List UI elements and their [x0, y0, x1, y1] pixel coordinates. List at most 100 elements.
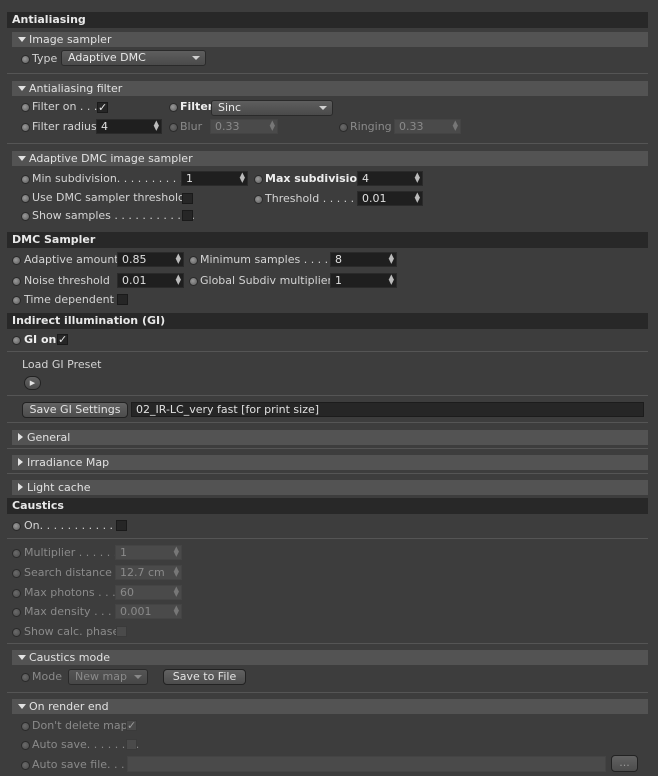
divider — [7, 538, 648, 539]
load-gi-preset-label: Load GI Preset — [22, 358, 102, 371]
threshold-label: Threshold . . . . . . — [265, 192, 362, 205]
spinner-icon[interactable]: ▲ ▼ — [176, 253, 181, 265]
section-antialiasing: Antialiasing — [7, 12, 648, 28]
global-subdiv-field[interactable]: 1 ▲ ▼ — [330, 273, 397, 288]
use-dmc-threshold-radio[interactable] — [21, 194, 30, 203]
max-density-radio[interactable] — [12, 608, 21, 617]
min-subdiv-radio[interactable] — [21, 175, 30, 184]
threshold-radio[interactable] — [254, 195, 263, 204]
spinner-icon[interactable]: ▲ ▼ — [174, 566, 179, 578]
multiplier-field[interactable]: 1 ▲ ▼ — [115, 545, 182, 560]
collapse-arrow-icon — [18, 704, 26, 709]
caustics-on-radio[interactable] — [12, 522, 21, 531]
global-subdiv-radio[interactable] — [189, 277, 198, 286]
use-dmc-threshold-label: Use DMC sampler threshold — [32, 191, 186, 204]
min-samples-field[interactable]: 8 ▲ ▼ — [330, 252, 397, 267]
filter-on-radio[interactable] — [21, 103, 30, 112]
subsection-irradiance-map[interactable]: Irradiance Map — [12, 455, 648, 470]
mode-dropdown[interactable]: New map — [68, 669, 148, 685]
gi-on-radio[interactable] — [12, 336, 21, 345]
ringing-radio[interactable] — [339, 123, 348, 132]
chevron-down-icon — [134, 675, 142, 679]
spinner-icon[interactable]: ▲ ▼ — [415, 172, 420, 184]
subsection-adaptive-dmc[interactable]: Adaptive DMC image sampler — [12, 151, 648, 166]
auto-save-file-field[interactable] — [127, 756, 606, 772]
time-dependent-radio[interactable] — [12, 296, 21, 305]
noise-threshold-field[interactable]: 0.01 ▲ ▼ — [117, 273, 184, 288]
search-distance-field[interactable]: 12.7 cm ▲ ▼ — [115, 565, 182, 580]
gi-preset-name-field[interactable]: 02_IR-LC_very fast [for print size] — [131, 402, 644, 417]
show-calc-label: Show calc. phase — [24, 625, 120, 638]
auto-save-file-radio[interactable] — [21, 761, 30, 770]
noise-threshold-radio[interactable] — [12, 277, 21, 286]
spinner-icon[interactable]: ▲ ▼ — [389, 253, 394, 265]
subsection-image-sampler[interactable]: Image sampler — [12, 32, 648, 47]
subsection-general[interactable]: General — [12, 430, 648, 445]
adaptive-amount-field[interactable]: 0.85 ▲ ▼ — [117, 252, 184, 267]
mode-dropdown-value: New map — [75, 670, 127, 683]
use-dmc-threshold-checkbox[interactable] — [182, 193, 193, 204]
show-samples-radio[interactable] — [21, 212, 30, 221]
filter-radius-radio[interactable] — [21, 123, 30, 132]
filter-dropdown[interactable]: Sinc — [211, 100, 333, 116]
spinner-icon[interactable]: ▲ ▼ — [176, 274, 181, 286]
spinner-icon[interactable]: ▲ ▼ — [174, 586, 179, 598]
spinner-icon[interactable]: ▲ ▼ — [270, 120, 275, 132]
mode-radio[interactable] — [21, 673, 30, 682]
dont-delete-checkbox[interactable]: ✓ — [126, 720, 137, 731]
threshold-field[interactable]: 0.01 ▲ ▼ — [357, 191, 423, 206]
filter-on-checkbox[interactable]: ✓ — [97, 102, 108, 113]
spinner-icon[interactable]: ▲ ▼ — [240, 172, 245, 184]
spinner-icon[interactable]: ▲ ▼ — [154, 120, 159, 132]
type-anim-radio[interactable] — [21, 55, 30, 64]
divider — [7, 351, 648, 352]
max-photons-field[interactable]: 60 ▲ ▼ — [115, 585, 182, 600]
time-dependent-checkbox[interactable] — [117, 294, 128, 305]
show-calc-checkbox[interactable] — [116, 626, 127, 637]
min-samples-radio[interactable] — [189, 256, 198, 265]
spinner-icon[interactable]: ▲ ▼ — [174, 605, 179, 617]
max-subdiv-field[interactable]: 4 ▲ ▼ — [357, 171, 423, 186]
browse-button[interactable]: ... — [611, 755, 638, 772]
spinner-icon[interactable]: ▲ ▼ — [389, 274, 394, 286]
spinner-icon[interactable]: ▲ ▼ — [174, 546, 179, 558]
type-dropdown[interactable]: Adaptive DMC — [61, 50, 206, 66]
search-distance-radio[interactable] — [12, 569, 21, 578]
show-samples-label: Show samples . . . . . . . . . . . . — [32, 209, 195, 222]
blur-radio[interactable] — [169, 123, 178, 132]
ringing-field[interactable]: 0.33 ▲ ▼ — [394, 119, 461, 134]
multiplier-value: 1 — [120, 546, 127, 559]
expand-arrow-icon — [18, 433, 23, 441]
subsection-title: On render end — [29, 700, 109, 713]
max-photons-radio[interactable] — [12, 589, 21, 598]
spinner-icon[interactable]: ▲ ▼ — [415, 192, 420, 204]
spinner-icon[interactable]: ▲ ▼ — [453, 120, 458, 132]
load-preset-play-icon[interactable]: ▶ — [24, 376, 41, 390]
filter-radius-field[interactable]: 4 ▲ ▼ — [96, 119, 162, 134]
filter-radio[interactable] — [169, 103, 178, 112]
noise-threshold-label: Noise threshold — [24, 274, 110, 287]
divider — [7, 692, 648, 693]
filter-dropdown-value: Sinc — [218, 101, 242, 114]
save-to-file-button[interactable]: Save to File — [163, 669, 246, 685]
min-subdiv-value: 1 — [186, 172, 193, 185]
subsection-aa-filter[interactable]: Antialiasing filter — [12, 81, 648, 96]
filter-radius-label: Filter radius — [32, 120, 97, 133]
show-samples-checkbox[interactable] — [182, 210, 193, 221]
gi-on-checkbox[interactable]: ✓ — [57, 334, 68, 345]
adaptive-amount-radio[interactable] — [12, 256, 21, 265]
show-calc-radio[interactable] — [12, 628, 21, 637]
multiplier-radio[interactable] — [12, 549, 21, 558]
auto-save-checkbox[interactable] — [126, 739, 137, 750]
max-subdiv-radio[interactable] — [254, 175, 263, 184]
max-density-field[interactable]: 0.001 ▲ ▼ — [115, 604, 182, 619]
caustics-on-checkbox[interactable] — [116, 520, 127, 531]
save-gi-settings-button[interactable]: Save GI Settings — [22, 402, 128, 418]
subsection-caustics-mode[interactable]: Caustics mode — [12, 650, 648, 665]
subsection-on-render-end[interactable]: On render end — [12, 699, 648, 714]
blur-field[interactable]: 0.33 ▲ ▼ — [210, 119, 278, 134]
dont-delete-radio[interactable] — [21, 722, 30, 731]
auto-save-radio[interactable] — [21, 741, 30, 750]
subsection-light-cache[interactable]: Light cache — [12, 480, 648, 495]
min-subdiv-field[interactable]: 1 ▲ ▼ — [181, 171, 248, 186]
